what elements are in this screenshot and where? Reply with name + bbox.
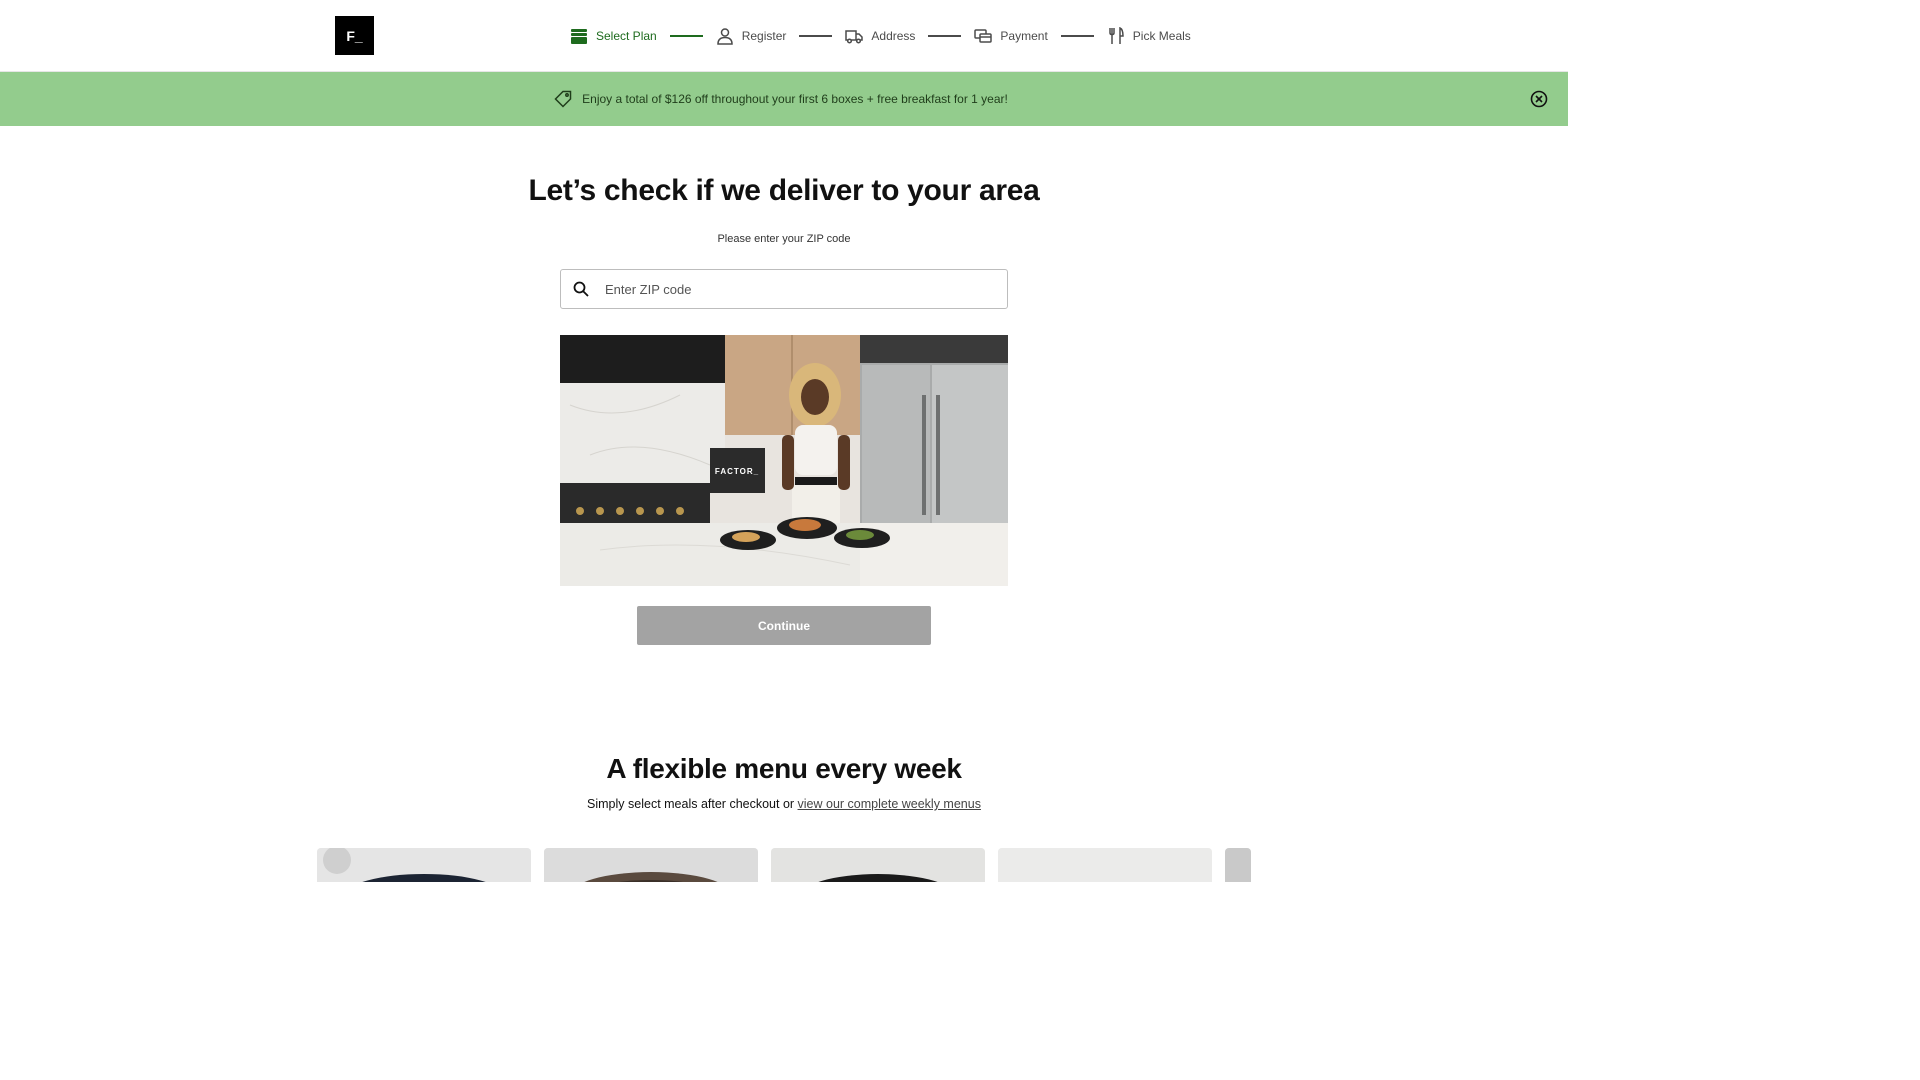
tag-icon (554, 90, 572, 108)
step-divider (799, 35, 833, 37)
step-label: Select Plan (596, 29, 657, 43)
step-address[interactable]: Address (845, 27, 915, 45)
factor-box-label: FACTOR_ (715, 467, 759, 476)
top-header: F_ Select Plan Register Address Payment … (0, 0, 1568, 72)
page-title: Let’s check if we deliver to your area (528, 174, 1040, 207)
promo-content: Enjoy a total of $126 off throughout you… (554, 90, 1008, 108)
kitchen-photo: FACTOR_ (560, 335, 1008, 586)
step-payment[interactable]: Payment (974, 27, 1048, 45)
hero-image: FACTOR_ (560, 335, 1008, 586)
meal-card[interactable] (998, 848, 1212, 882)
close-circle-icon[interactable] (1530, 90, 1548, 108)
step-divider (669, 35, 703, 37)
step-label: Payment (1000, 29, 1048, 43)
checkout-stepper: Select Plan Register Address Payment Pic… (570, 24, 1191, 48)
zip-instructions: Please enter your ZIP code (717, 233, 851, 245)
promo-banner: Enjoy a total of $126 off throughout you… (0, 72, 1568, 126)
zip-input[interactable] (605, 281, 995, 297)
menu-section-title: A flexible menu every week (606, 753, 962, 784)
box-icon (571, 29, 587, 44)
step-label: Pick Meals (1132, 29, 1191, 43)
step-register[interactable]: Register (716, 27, 787, 45)
step-label: Address (871, 29, 916, 43)
factor-logo[interactable]: F_ (335, 16, 374, 55)
search-icon (573, 281, 589, 297)
weekly-menus-link[interactable]: view our complete weekly menus (798, 797, 981, 811)
step-select-plan[interactable]: Select Plan (570, 27, 657, 45)
meal-card[interactable] (317, 848, 531, 882)
card-icon (974, 29, 993, 43)
step-divider (928, 35, 962, 37)
meal-card[interactable] (544, 848, 758, 882)
step-label: Register (741, 29, 787, 43)
meal-carousel (317, 848, 1251, 882)
meal-card[interactable] (1225, 848, 1251, 882)
promo-text: Enjoy a total of $126 off throughout you… (582, 92, 1008, 106)
continue-button[interactable]: Continue (637, 606, 931, 645)
menu-section-subtitle: Simply select meals after checkout or vi… (0, 797, 1568, 811)
step-divider (1060, 35, 1094, 37)
user-icon (716, 28, 733, 45)
zip-field[interactable] (560, 269, 1008, 309)
fork-knife-icon (1109, 27, 1124, 44)
menu-subtitle-text: Simply select meals after checkout or (587, 797, 798, 811)
step-pick-meals[interactable]: Pick Meals (1107, 27, 1191, 45)
meal-card[interactable] (771, 848, 985, 882)
truck-icon (845, 30, 864, 44)
